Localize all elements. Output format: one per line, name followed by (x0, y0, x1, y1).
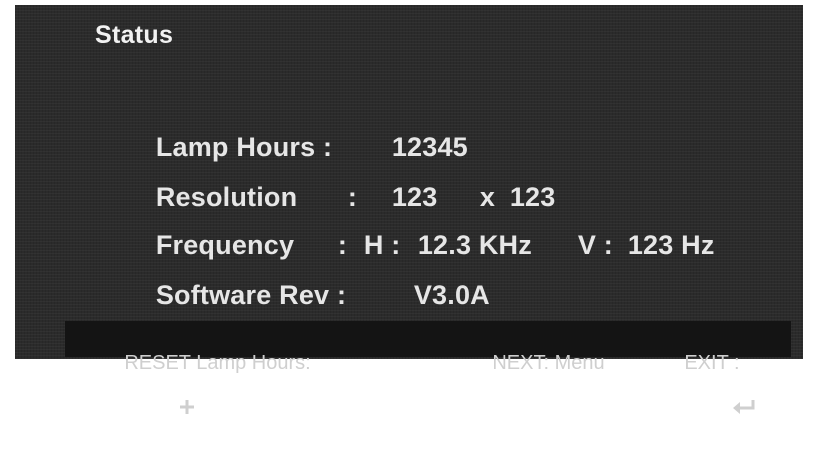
page-title: Status (95, 21, 174, 49)
next-menu-label: NEXT: Menu (492, 352, 605, 374)
status-screen: Status Lamp Hours :12345 Resolution:123 x… (15, 5, 803, 414)
enter-arrow-icon (686, 375, 756, 445)
reset-lamp-hours-hint[interactable]: RESET Lamp Hours: (91, 329, 311, 467)
frequency-v-value: 123 Hz (627, 230, 715, 260)
software-rev-label: Software Rev : (155, 280, 347, 310)
reset-lamp-hours-label: RESET Lamp Hours: (124, 352, 311, 374)
exit-hint[interactable]: EXIT : (651, 329, 757, 468)
plus-icon (134, 375, 194, 444)
footer-hint-bar: RESET Lamp Hours: NEXT: Menu EXIT : (65, 321, 791, 414)
frequency-v-label: V : (577, 230, 613, 260)
next-menu-hint[interactable]: NEXT: Menu (459, 329, 605, 398)
exit-label: EXIT : (684, 352, 740, 374)
software-rev-value: V3.0A (413, 280, 490, 310)
